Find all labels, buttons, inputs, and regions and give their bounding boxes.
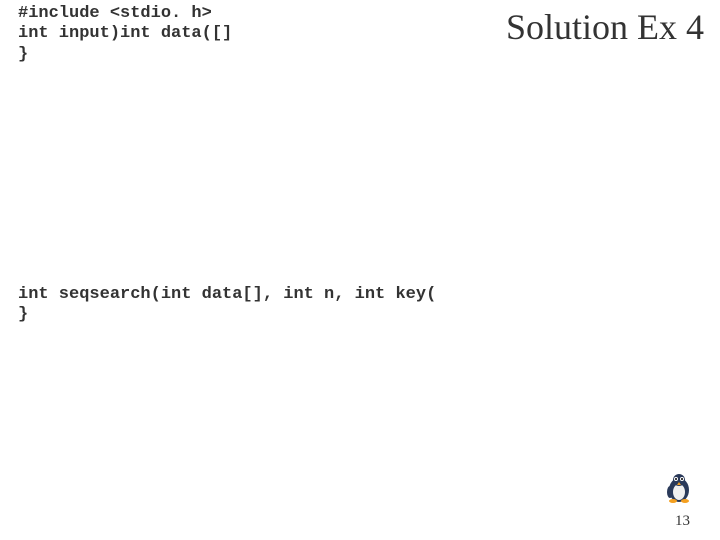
code-line: #include <stdio. h> [18,4,232,24]
code-block-middle: int seqsearch(int data[], int n, int key… [18,285,436,326]
page-number: 13 [675,513,690,530]
code-line: } [18,305,436,325]
code-line: int seqsearch(int data[], int n, int key… [18,285,436,305]
slide-title: Solution Ex 4 [506,6,704,48]
code-block-top: #include <stdio. h> int input)int data([… [18,4,232,65]
code-line: int input)int data([] [18,24,232,44]
code-line: } [18,45,232,65]
penguin-mascot-icon [662,470,696,504]
